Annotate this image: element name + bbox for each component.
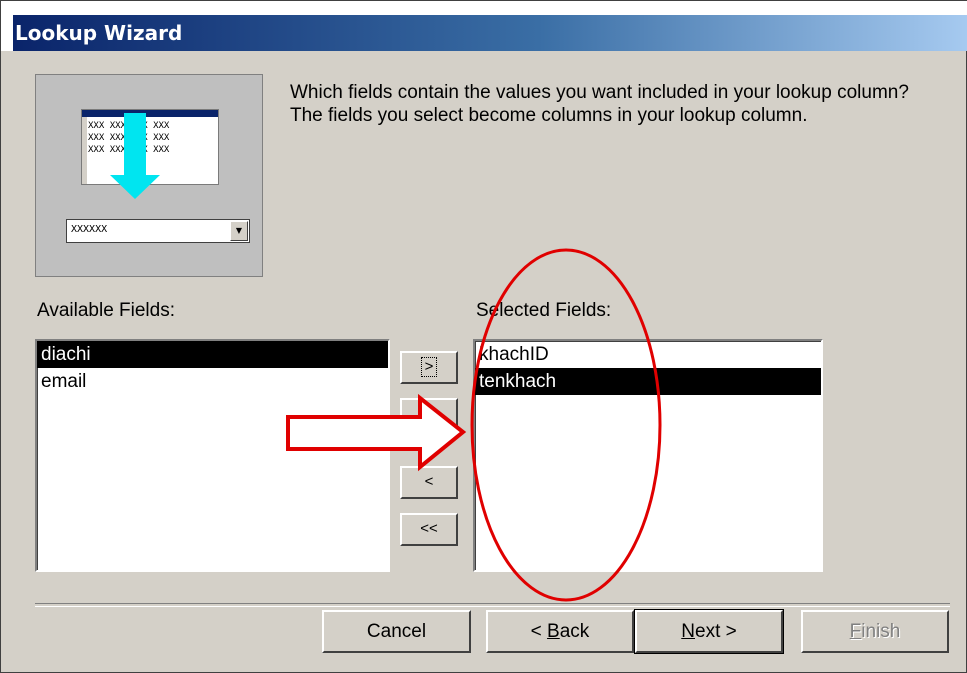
cancel-label: Cancel <box>366 621 427 642</box>
table-preview-icon: XXX XXX XXX XXX XXX XXX XXX XXX XXX XXX … <box>81 109 219 185</box>
title-bar[interactable]: Lookup Wizard <box>13 15 967 51</box>
remove-all-label: << <box>420 520 438 537</box>
window-title: Lookup Wizard <box>15 21 183 45</box>
down-arrow-head-icon <box>110 175 160 199</box>
selected-fields-label: Selected Fields: <box>476 300 612 321</box>
list-item[interactable]: email <box>37 368 388 395</box>
instruction-text: Which fields contain the values you want… <box>290 82 909 126</box>
chevron-down-icon: ▼ <box>230 221 248 241</box>
remove-one-button[interactable]: < <box>400 466 458 499</box>
next-button[interactable]: Next > <box>634 609 784 654</box>
table-preview-header <box>82 110 218 117</box>
separator <box>35 603 950 607</box>
combo-preview-text: XXXXXX <box>71 224 108 235</box>
list-item[interactable]: khachID <box>475 341 821 368</box>
combo-preview: XXXXXX ▼ <box>66 219 250 243</box>
table-preview-rowheader <box>82 117 87 184</box>
add-one-label: > <box>420 357 438 377</box>
list-item[interactable]: tenkhach <box>475 368 821 395</box>
available-fields-label: Available Fields: <box>37 300 176 321</box>
down-arrow-icon <box>124 113 146 177</box>
title-left-margin <box>1 15 13 51</box>
add-all-button[interactable]: >> <box>400 398 458 431</box>
available-fields-list[interactable]: diachi email <box>35 339 390 572</box>
list-item[interactable]: diachi <box>37 341 388 368</box>
back-button[interactable]: < Back <box>486 610 634 653</box>
table-preview-cells: XXX XXX XXX XXX XXX XXX XXX XXX XXX XXX … <box>88 121 170 155</box>
remove-all-button[interactable]: << <box>400 513 458 546</box>
cancel-button[interactable]: Cancel <box>322 610 471 653</box>
remove-one-label: < <box>424 473 434 490</box>
title-top-margin <box>1 1 967 15</box>
selected-fields-list[interactable]: khachID tenkhach <box>473 339 823 572</box>
add-all-label: >> <box>420 405 438 422</box>
add-one-button[interactable]: > <box>400 351 458 384</box>
finish-button[interactable]: Finish <box>801 610 949 653</box>
lookup-wizard-window: Lookup Wizard XXX XXX XXX XXX XXX XXX XX… <box>0 0 967 673</box>
wizard-illustration: XXX XXX XXX XXX XXX XXX XXX XXX XXX XXX … <box>35 74 263 277</box>
